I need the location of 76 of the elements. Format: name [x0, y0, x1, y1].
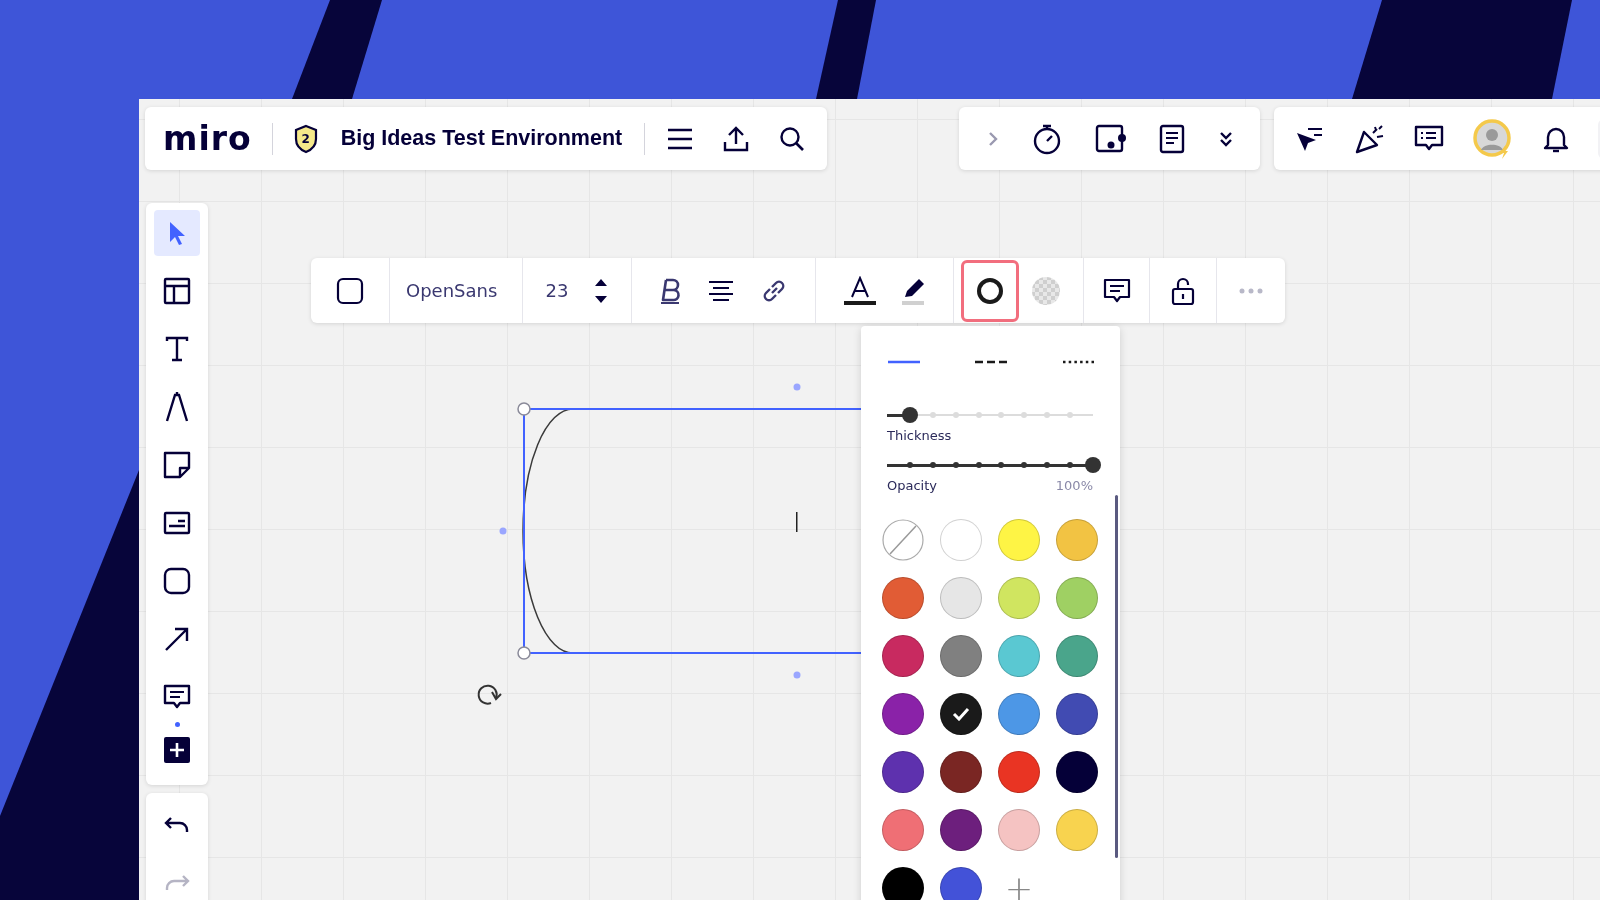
align-center-icon[interactable]: [707, 279, 734, 302]
connection-dot[interactable]: [793, 383, 801, 391]
font-size-field[interactable]: 23: [545, 280, 569, 301]
rotate-icon[interactable]: [477, 684, 502, 705]
color-swatch[interactable]: [940, 577, 982, 619]
color-swatch[interactable]: [882, 693, 924, 735]
chevron-right-icon[interactable]: [987, 129, 999, 148]
dotted-line-icon: [1061, 360, 1095, 364]
bold-icon[interactable]: [659, 277, 682, 304]
color-swatch[interactable]: [882, 867, 924, 900]
dashed-line-icon: [974, 360, 1008, 364]
color-swatch[interactable]: [882, 577, 924, 619]
color-swatch[interactable]: [1056, 635, 1098, 677]
text-cursor: [796, 512, 798, 532]
text-icon: [164, 335, 190, 363]
checkmark-icon: [952, 707, 970, 721]
color-swatch[interactable]: [998, 519, 1040, 561]
notes-icon[interactable]: [1159, 123, 1186, 154]
timer-icon[interactable]: [1031, 122, 1062, 155]
color-swatch[interactable]: [940, 751, 982, 793]
color-swatch[interactable]: [1056, 809, 1098, 851]
color-swatch[interactable]: [882, 809, 924, 851]
color-swatch[interactable]: [940, 519, 982, 561]
pen-icon: [164, 391, 190, 423]
double-chevron-down-icon[interactable]: [1218, 129, 1234, 148]
opacity-value: 100%: [1055, 478, 1093, 493]
avatar[interactable]: [1472, 117, 1514, 160]
connection-dot[interactable]: [499, 527, 507, 535]
solid-line-icon: [887, 360, 921, 364]
circle-outline-icon: [975, 275, 1005, 306]
color-swatch[interactable]: [940, 635, 982, 677]
color-swatch[interactable]: [998, 693, 1040, 735]
plus-icon: [163, 736, 191, 764]
redo-icon: [164, 873, 190, 893]
color-swatch[interactable]: [998, 577, 1040, 619]
connection-dot[interactable]: [793, 671, 801, 679]
color-swatch[interactable]: [1056, 751, 1098, 793]
text-color-icon[interactable]: [842, 275, 877, 306]
color-swatch[interactable]: [1056, 519, 1098, 561]
color-swatch[interactable]: [940, 809, 982, 851]
board-title[interactable]: Big Ideas Test Environment: [340, 126, 623, 151]
color-swatch[interactable]: [1056, 577, 1098, 619]
resize-handle[interactable]: [517, 646, 531, 660]
resize-handle[interactable]: [517, 402, 531, 416]
undo-icon: [164, 815, 190, 835]
menu-icon[interactable]: [667, 127, 694, 150]
rounded-square-icon: [163, 567, 191, 595]
card-icon: [163, 511, 191, 535]
comment-icon: [163, 683, 191, 711]
add-color-button[interactable]: +: [998, 867, 1040, 900]
comment-icon[interactable]: [1102, 276, 1131, 305]
party-popper-icon[interactable]: [1354, 122, 1386, 155]
font-dropdown[interactable]: OpenSans: [406, 280, 498, 301]
color-swatch[interactable]: [882, 635, 924, 677]
color-swatch[interactable]: [1056, 693, 1098, 735]
color-swatch[interactable]: [998, 751, 1040, 793]
sticky-note-icon: [163, 451, 191, 479]
color-swatch[interactable]: [940, 693, 982, 735]
thickness-label: Thickness: [887, 428, 952, 443]
shape-square-icon[interactable]: [336, 276, 364, 305]
logo[interactable]: miro: [163, 119, 252, 158]
color-swatch[interactable]: [940, 867, 982, 900]
search-icon[interactable]: [779, 125, 806, 152]
opacity-label: Opacity: [887, 478, 937, 493]
upload-icon[interactable]: [723, 125, 750, 152]
no-color-swatch[interactable]: [882, 519, 924, 561]
color-swatch[interactable]: [882, 751, 924, 793]
select-tool[interactable]: [154, 210, 200, 256]
scrollbar[interactable]: [1115, 495, 1118, 858]
shield-badge: 2: [292, 123, 319, 154]
arrow-icon: [163, 625, 191, 653]
layout-icon: [163, 277, 191, 305]
unlock-icon[interactable]: [1171, 275, 1195, 306]
color-swatch[interactable]: [998, 635, 1040, 677]
color-swatch[interactable]: [998, 809, 1040, 851]
border-style-button[interactable]: [961, 259, 1019, 322]
